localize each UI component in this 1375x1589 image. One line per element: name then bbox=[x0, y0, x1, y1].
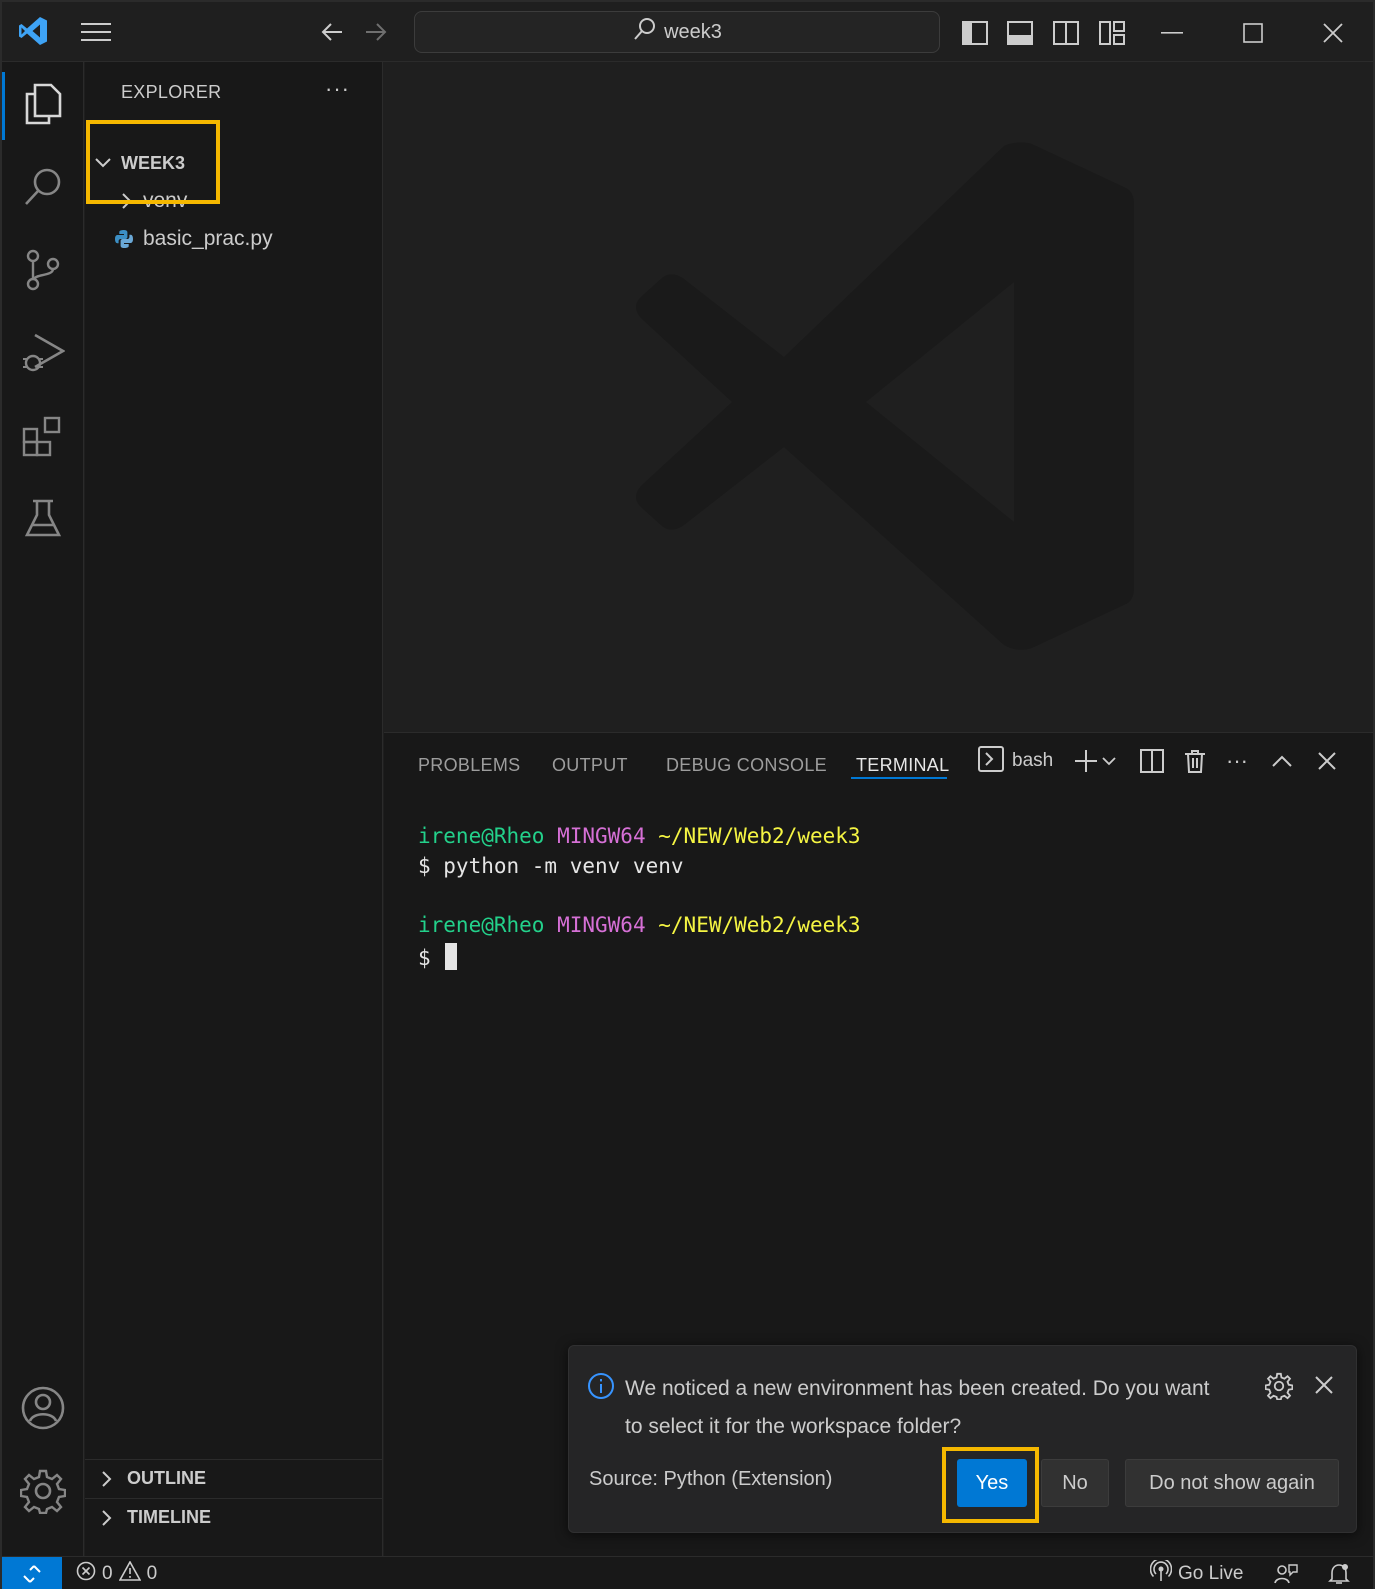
explorer-icon[interactable] bbox=[2, 64, 84, 144]
close-panel-icon[interactable] bbox=[1318, 741, 1336, 781]
outline-label: OUTLINE bbox=[127, 1468, 206, 1488]
explorer-title: EXPLORER bbox=[121, 82, 222, 102]
terminal-cursor bbox=[445, 943, 458, 970]
new-terminal-plus-icon[interactable] bbox=[1074, 741, 1098, 781]
terminal-user: irene@Rheo bbox=[418, 824, 545, 848]
terminal-system: MINGW64 bbox=[557, 913, 646, 937]
chevron-right-icon bbox=[117, 193, 137, 209]
explorer-more-actions[interactable]: ··· bbox=[325, 76, 350, 102]
tab-output[interactable]: OUTPUT bbox=[552, 755, 628, 776]
terminal-command-line: $ python -m venv venv bbox=[418, 854, 684, 878]
tree-item-basic-prac[interactable]: basic_prac.py bbox=[85, 220, 383, 258]
warning-icon bbox=[118, 1559, 141, 1587]
broadcast-icon bbox=[1149, 1557, 1173, 1588]
extensions-icon[interactable] bbox=[2, 396, 84, 476]
folder-week3[interactable]: WEEK3 bbox=[85, 144, 383, 182]
shell-name: bash bbox=[1012, 750, 1054, 771]
notification-source: Source: Python (Extension) bbox=[589, 1468, 833, 1490]
maximize-icon[interactable] bbox=[1238, 18, 1268, 48]
testing-icon[interactable] bbox=[2, 479, 84, 559]
tree-item-label: venv bbox=[143, 189, 188, 212]
tab-problems[interactable]: PROBLEMS bbox=[418, 755, 520, 776]
no-button[interactable]: No bbox=[1041, 1459, 1109, 1507]
active-indicator bbox=[2, 72, 5, 140]
tab-terminal[interactable]: TERMINAL bbox=[856, 755, 949, 776]
timeline-label: TIMELINE bbox=[127, 1507, 211, 1527]
error-icon bbox=[76, 1561, 96, 1587]
notification-settings-gear-icon[interactable] bbox=[1264, 1372, 1294, 1405]
terminal-prompt-line-2: irene@Rheo MINGW64 ~/NEW/Web2/week3 bbox=[418, 913, 861, 937]
tree-item-venv[interactable]: venv bbox=[85, 182, 383, 220]
terminal-user: irene@Rheo bbox=[418, 913, 545, 937]
timeline-section[interactable]: TIMELINE bbox=[85, 1498, 383, 1536]
chevron-down-icon bbox=[93, 158, 113, 168]
folder-label: WEEK3 bbox=[121, 152, 186, 173]
notification-close-icon[interactable] bbox=[1315, 1376, 1333, 1399]
accounts-icon[interactable] bbox=[2, 1368, 84, 1448]
terminal-bash-selector[interactable]: bash bbox=[978, 741, 1053, 781]
error-count: 0 bbox=[102, 1562, 113, 1584]
notifications-bell-icon[interactable] bbox=[1328, 1557, 1350, 1589]
tab-debug-console[interactable]: DEBUG CONSOLE bbox=[666, 755, 827, 776]
info-icon bbox=[587, 1372, 615, 1405]
do-not-show-again-button[interactable]: Do not show again bbox=[1125, 1459, 1339, 1507]
terminal-prompt-symbol: $ bbox=[418, 946, 431, 970]
title-bar: week3 bbox=[2, 2, 1373, 62]
toggle-secondary-sidebar-icon[interactable] bbox=[1051, 18, 1081, 48]
toggle-primary-sidebar-icon[interactable] bbox=[960, 18, 990, 48]
split-terminal-icon[interactable] bbox=[1140, 741, 1164, 781]
terminal-input-line[interactable]: $ bbox=[418, 943, 458, 970]
customize-layout-icon[interactable] bbox=[1097, 18, 1127, 48]
python-file-icon bbox=[113, 229, 135, 249]
maximize-panel-chevron-up-icon[interactable] bbox=[1272, 741, 1292, 781]
outline-section[interactable]: OUTLINE bbox=[85, 1459, 383, 1497]
chevron-right-icon bbox=[97, 1470, 117, 1487]
back-arrow-icon[interactable] bbox=[318, 18, 346, 46]
yes-button[interactable]: Yes bbox=[957, 1459, 1027, 1507]
notification-message: We noticed a new environment has been cr… bbox=[625, 1377, 1210, 1438]
go-live-button[interactable]: Go Live bbox=[1149, 1557, 1244, 1589]
tree-item-label: basic_prac.py bbox=[143, 227, 273, 250]
command-center-search[interactable]: week3 bbox=[414, 11, 940, 53]
terminal-path: ~/NEW/Web2/week3 bbox=[658, 824, 861, 848]
manage-gear-icon[interactable] bbox=[2, 1451, 84, 1531]
terminal-prompt-line-1: irene@Rheo MINGW64 ~/NEW/Web2/week3 bbox=[418, 824, 861, 848]
remote-indicator-icon[interactable] bbox=[2, 1557, 62, 1589]
menu-icon[interactable] bbox=[80, 18, 112, 46]
problems-status[interactable]: 0 0 bbox=[76, 1557, 157, 1589]
forward-arrow-icon[interactable] bbox=[362, 18, 390, 46]
run-debug-icon[interactable] bbox=[2, 313, 84, 393]
kill-terminal-trash-icon[interactable] bbox=[1184, 741, 1206, 781]
chevron-right-icon bbox=[97, 1509, 117, 1526]
activity-bar bbox=[2, 62, 84, 1556]
terminal-icon bbox=[978, 745, 1004, 777]
warning-count: 0 bbox=[146, 1562, 158, 1584]
minimize-icon[interactable] bbox=[1157, 20, 1187, 46]
search-icon[interactable] bbox=[2, 147, 84, 227]
go-live-label: Go Live bbox=[1178, 1562, 1244, 1584]
editor-empty-area bbox=[384, 62, 1373, 732]
terminal-system: MINGW64 bbox=[557, 824, 646, 848]
search-text: week3 bbox=[664, 20, 722, 43]
notification-toast: We noticed a new environment has been cr… bbox=[568, 1345, 1357, 1533]
source-control-icon[interactable] bbox=[2, 230, 84, 310]
search-icon bbox=[632, 17, 656, 47]
chevron-down-icon[interactable] bbox=[1102, 741, 1116, 781]
vscode-watermark-logo bbox=[636, 142, 1134, 650]
terminal-path: ~/NEW/Web2/week3 bbox=[658, 913, 861, 937]
vscode-window: week3 EXPLORER ··· WEEK3 venv basic_prac… bbox=[0, 0, 1375, 1589]
toggle-panel-icon[interactable] bbox=[1005, 18, 1035, 48]
feedback-icon[interactable] bbox=[1274, 1557, 1298, 1589]
status-bar: 0 0 Go Live bbox=[2, 1556, 1373, 1589]
active-tab-underline bbox=[851, 777, 947, 779]
vscode-logo-icon bbox=[16, 14, 50, 48]
panel-more-actions-icon[interactable]: ··· bbox=[1226, 741, 1248, 781]
explorer-sidebar: EXPLORER ··· WEEK3 venv basic_prac.py OU… bbox=[85, 62, 383, 1556]
close-icon[interactable] bbox=[1318, 18, 1348, 48]
